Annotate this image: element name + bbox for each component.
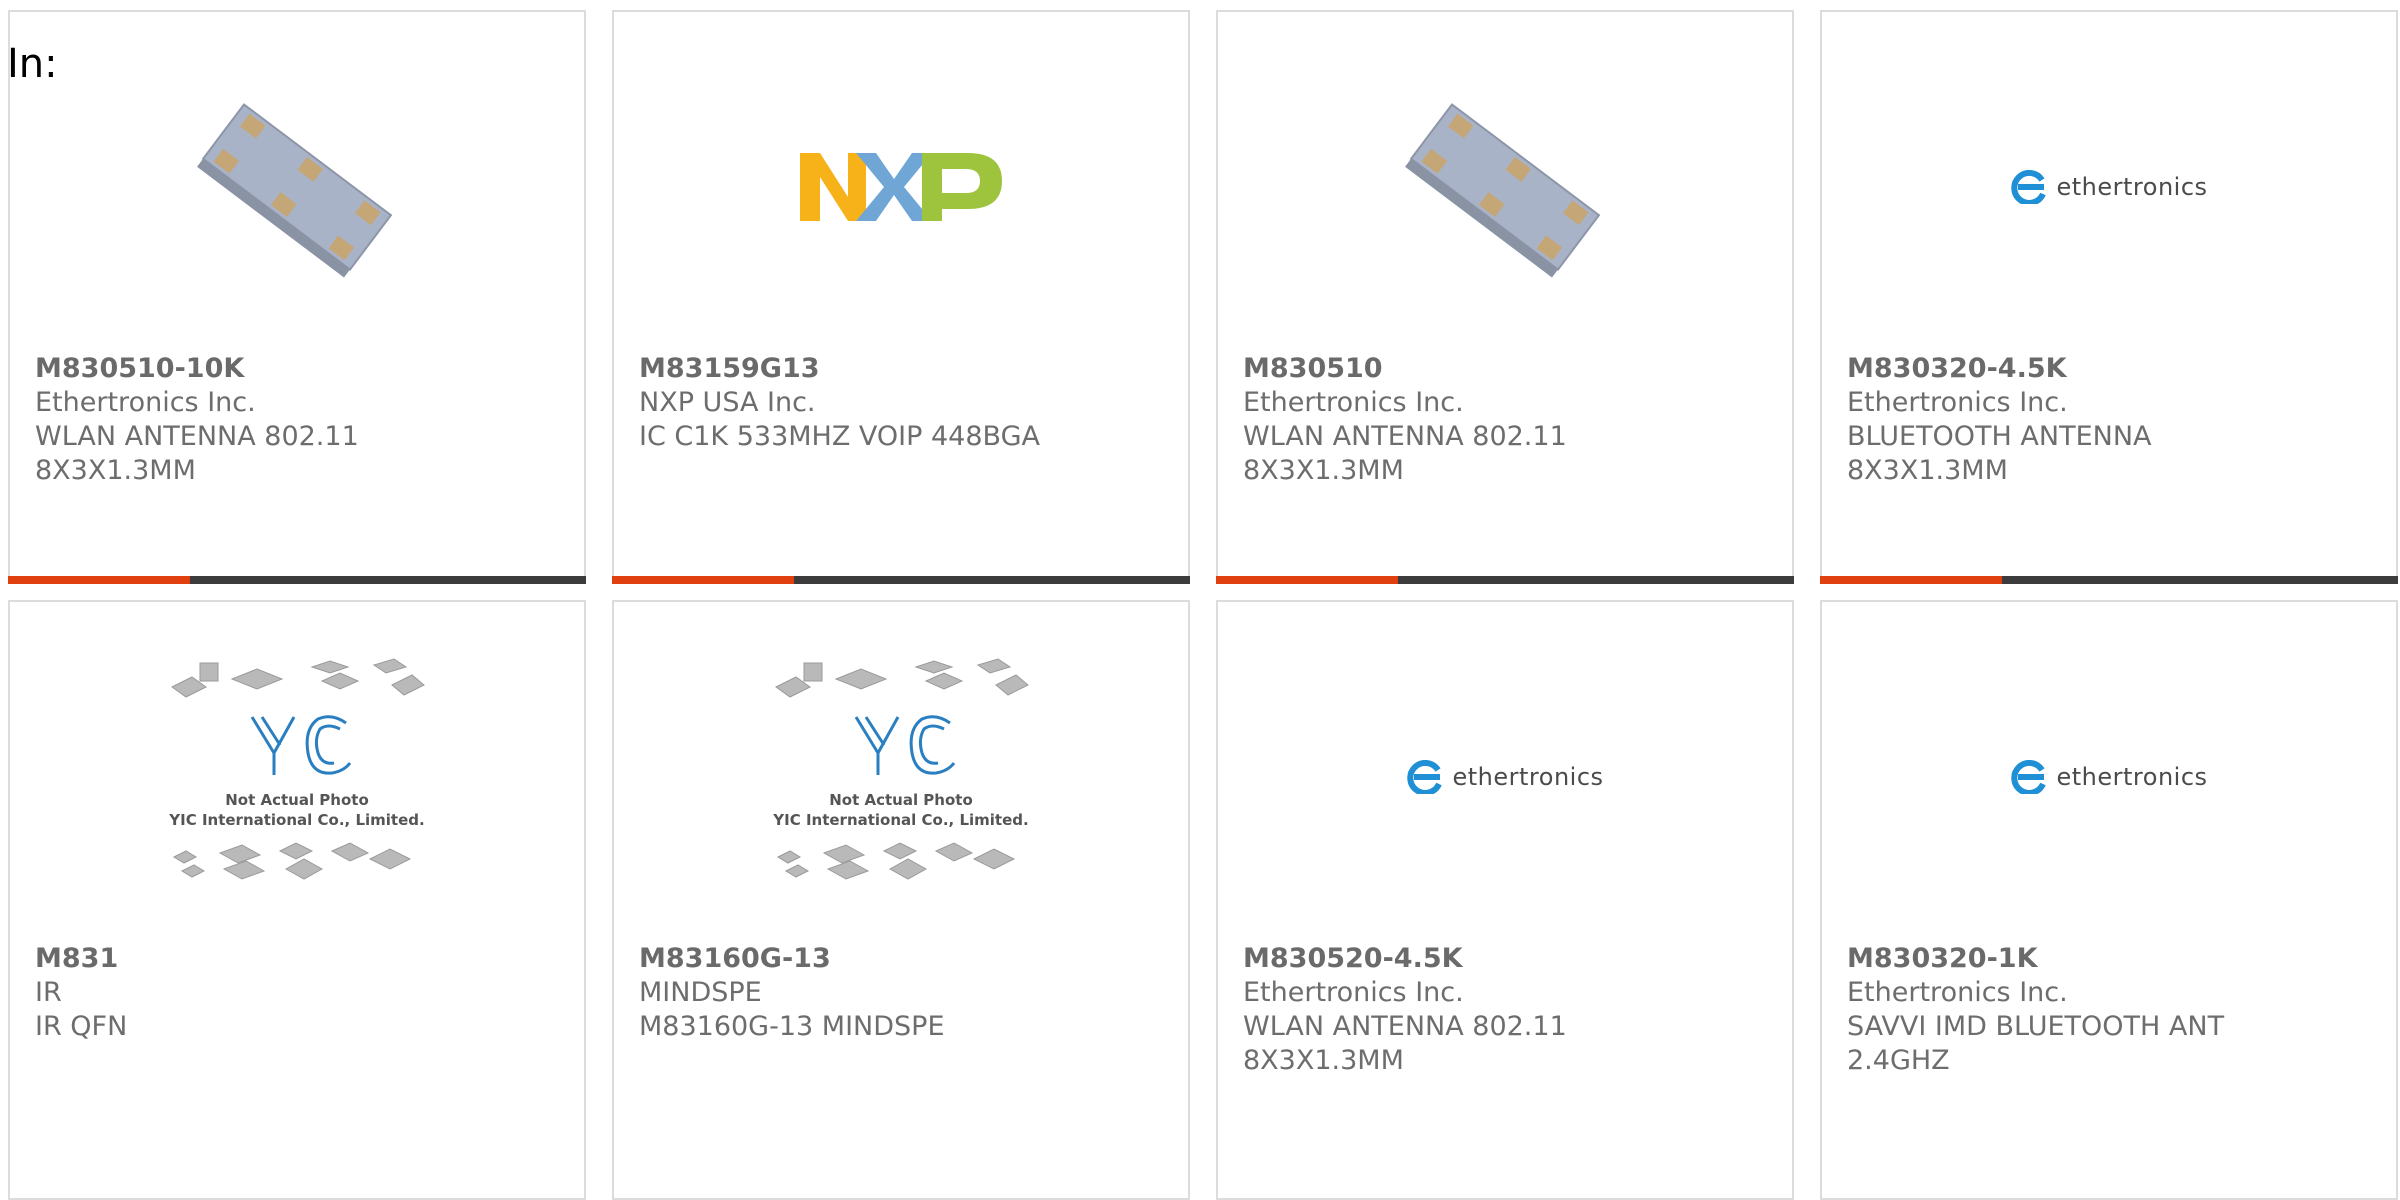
- ethertronics-logo: ethertronics: [2010, 760, 2207, 794]
- part-number[interactable]: M830520-4.5K: [1243, 942, 1772, 976]
- product-card[interactable]: M830510-10K Ethertronics Inc. WLAN ANTEN…: [8, 10, 586, 584]
- description-line-2: 2.4GHZ: [1847, 1045, 1950, 1076]
- description-line-1: WLAN ANTENNA 802.11: [1243, 1011, 1567, 1042]
- description-line-2: 8X3X1.3MM: [1847, 455, 2008, 486]
- part-number[interactable]: M83159G13: [639, 352, 1168, 386]
- product-image[interactable]: Not Actual Photo YIC International Co., …: [10, 658, 584, 892]
- antenna-chip-image: [197, 103, 393, 278]
- placeholder-line-2: YIC International Co., Limited.: [772, 811, 1028, 829]
- product-info: M830510-10K Ethertronics Inc. WLAN ANTEN…: [35, 352, 564, 488]
- part-number[interactable]: M830320-4.5K: [1847, 352, 2376, 386]
- product-image[interactable]: ethertronics: [1822, 72, 2396, 302]
- card-footer-bar: [8, 576, 586, 584]
- part-number[interactable]: M830510-10K: [35, 352, 564, 386]
- product-image[interactable]: [1218, 72, 1792, 302]
- yic-placeholder-image: Not Actual Photo YIC International Co., …: [168, 658, 425, 880]
- manufacturer: Ethertronics Inc.: [1243, 977, 1464, 1008]
- placeholder-line-1: Not Actual Photo: [225, 791, 369, 809]
- product-card[interactable]: Not Actual Photo YIC International Co., …: [612, 600, 1190, 1200]
- description-line-2: 8X3X1.3MM: [35, 455, 196, 486]
- ethertronics-e-icon: [2011, 170, 2047, 204]
- ethertronics-e-icon: [1407, 760, 1443, 794]
- product-image[interactable]: [10, 72, 584, 302]
- product-image[interactable]: [614, 72, 1188, 302]
- product-info: M830520-4.5K Ethertronics Inc. WLAN ANTE…: [1243, 942, 1772, 1078]
- nxp-logo: [800, 153, 1002, 221]
- manufacturer: Ethertronics Inc.: [35, 387, 256, 418]
- part-number[interactable]: M830320-1K: [1847, 942, 2376, 976]
- product-image[interactable]: ethertronics: [1822, 662, 2396, 892]
- product-card[interactable]: ethertronics M830320-1K Ethertronics Inc…: [1820, 600, 2398, 1200]
- product-info: M830320-1K Ethertronics Inc. SAVVI IMD B…: [1847, 942, 2376, 1078]
- card-footer-bar: [1820, 576, 2398, 584]
- card-footer-bar: [612, 576, 1190, 584]
- manufacturer: NXP USA Inc.: [639, 387, 816, 418]
- description-line-1: IR QFN: [35, 1011, 128, 1042]
- card-footer-accent: [8, 576, 190, 584]
- product-info: M830320-4.5K Ethertronics Inc. BLUETOOTH…: [1847, 352, 2376, 488]
- manufacturer: IR: [35, 977, 62, 1008]
- ethertronics-e-icon: [2011, 760, 2047, 794]
- manufacturer: Ethertronics Inc.: [1847, 387, 2068, 418]
- product-info: M831 IR IR QFN: [35, 942, 564, 1044]
- description-line-1: M83160G-13 MINDSPE: [639, 1011, 945, 1042]
- ethertronics-logo-text: ethertronics: [1452, 763, 1604, 791]
- description-line-1: SAVVI IMD BLUETOOTH ANT: [1847, 1011, 2225, 1042]
- ethertronics-logo: ethertronics: [1406, 760, 1603, 794]
- part-number[interactable]: M83160G-13: [639, 942, 1168, 976]
- product-info: M83160G-13 MINDSPE M83160G-13 MINDSPE: [639, 942, 1168, 1044]
- in-label: In:: [7, 41, 58, 87]
- placeholder-line-2: YIC International Co., Limited.: [168, 811, 424, 829]
- card-footer-bar: [1216, 576, 1794, 584]
- card-footer-accent: [1820, 576, 2002, 584]
- description-line-2: 8X3X1.3MM: [1243, 1045, 1404, 1076]
- manufacturer: MINDSPE: [639, 977, 762, 1008]
- placeholder-line-1: Not Actual Photo: [829, 791, 973, 809]
- manufacturer: Ethertronics Inc.: [1847, 977, 2068, 1008]
- card-footer-accent: [612, 576, 794, 584]
- part-number[interactable]: M831: [35, 942, 564, 976]
- manufacturer: Ethertronics Inc.: [1243, 387, 1464, 418]
- description-line-1: WLAN ANTENNA 802.11: [1243, 421, 1567, 452]
- description-line-1: BLUETOOTH ANTENNA: [1847, 421, 2152, 452]
- part-number[interactable]: M830510: [1243, 352, 1772, 386]
- product-card[interactable]: M830510 Ethertronics Inc. WLAN ANTENNA 8…: [1216, 10, 1794, 584]
- product-image[interactable]: Not Actual Photo YIC International Co., …: [614, 658, 1188, 892]
- product-image[interactable]: ethertronics: [1218, 662, 1792, 892]
- product-grid: M830510-10K Ethertronics Inc. WLAN ANTEN…: [8, 10, 2400, 1200]
- description-line-2: 8X3X1.3MM: [1243, 455, 1404, 486]
- ethertronics-logo: ethertronics: [2010, 170, 2207, 204]
- product-card[interactable]: ethertronics M830320-4.5K Ethertronics I…: [1820, 10, 2398, 584]
- antenna-chip-image: [1405, 103, 1601, 278]
- product-info: M83159G13 NXP USA Inc. IC C1K 533MHZ VOI…: [639, 352, 1168, 454]
- product-card[interactable]: ethertronics M830520-4.5K Ethertronics I…: [1216, 600, 1794, 1200]
- description-line-1: WLAN ANTENNA 802.11: [35, 421, 359, 452]
- card-footer-accent: [1216, 576, 1398, 584]
- product-card[interactable]: M83159G13 NXP USA Inc. IC C1K 533MHZ VOI…: [612, 10, 1190, 584]
- ethertronics-logo-text: ethertronics: [2056, 173, 2208, 201]
- product-info: M830510 Ethertronics Inc. WLAN ANTENNA 8…: [1243, 352, 1772, 488]
- description-line-1: IC C1K 533MHZ VOIP 448BGA: [639, 421, 1040, 452]
- yic-placeholder-image: Not Actual Photo YIC International Co., …: [772, 658, 1029, 880]
- product-card[interactable]: Not Actual Photo YIC International Co., …: [8, 600, 586, 1200]
- ethertronics-logo-text: ethertronics: [2056, 763, 2208, 791]
